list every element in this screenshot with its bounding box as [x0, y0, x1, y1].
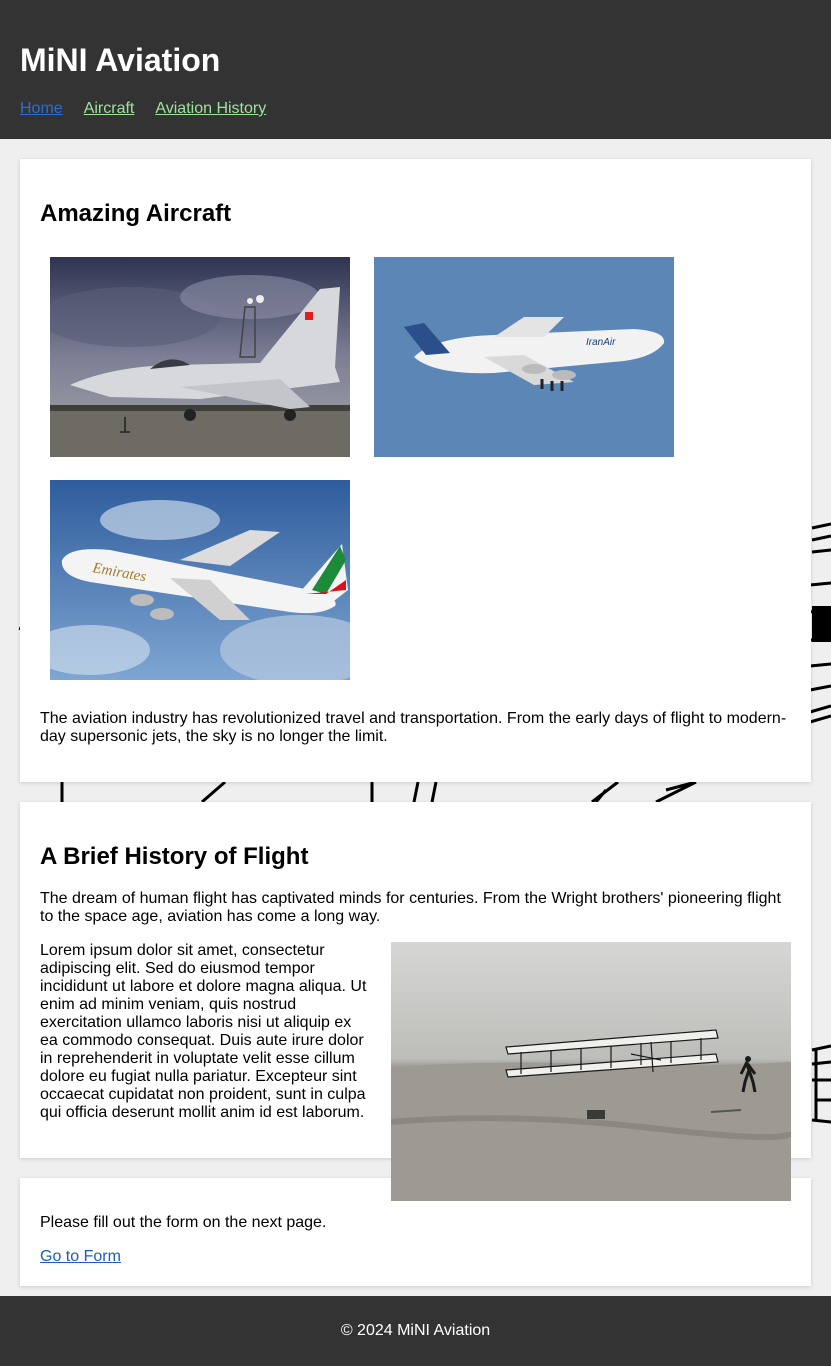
aircraft-heading: Amazing Aircraft	[40, 200, 232, 227]
go-to-form-link[interactable]: Go to Form	[40, 1248, 121, 1266]
iran-air-livery-text: IranAir	[586, 337, 616, 348]
wright-flyer-image	[391, 942, 791, 1201]
site-header: MiNI Aviation Home Aircraft Aviation Histo…	[0, 0, 831, 139]
aircraft-description: The aviation industry has revolutionized…	[40, 710, 787, 745]
aircraft-section: Amazing Aircraft IranAir Emirates The av…	[20, 159, 811, 782]
site-title: MiNI Aviation	[20, 42, 221, 78]
emirates-jet-image: Emirates	[50, 480, 350, 680]
nav-link-aviation-history[interactable]: Aviation History	[155, 100, 266, 117]
main-nav: Home Aircraft Aviation History	[20, 99, 811, 119]
history-heading: A Brief History of Flight	[40, 843, 309, 870]
fighter-jet-image	[50, 257, 350, 457]
nav-link-home[interactable]: Home	[20, 100, 63, 117]
iran-air-jet-image: IranAir	[374, 257, 674, 457]
nav-link-aircraft[interactable]: Aircraft	[84, 100, 135, 117]
form-instructions: Please fill out the form on the next pag…	[40, 1214, 327, 1231]
history-intro: The dream of human flight has captivated…	[40, 890, 781, 925]
footer-copyright: © 2024 MiNI Aviation	[340, 1322, 491, 1339]
site-footer: © 2024 MiNI Aviation	[0, 1296, 831, 1366]
history-body-text: Lorem ipsum dolor sit amet, consectetur …	[40, 942, 367, 1121]
